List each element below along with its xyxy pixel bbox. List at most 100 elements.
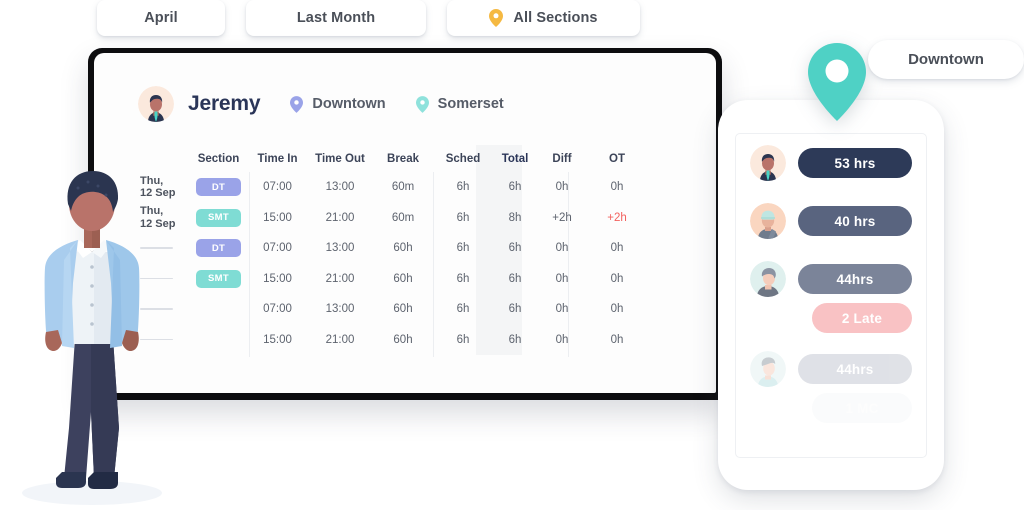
cell-diff: 0h — [555, 181, 569, 194]
cell-time-in: 15:00 — [263, 333, 292, 346]
col-head-total: Total — [501, 152, 529, 165]
status-chip[interactable]: 2 Late — [812, 303, 912, 333]
cell-sched: 6h — [456, 272, 470, 285]
cell-section: DT — [190, 178, 247, 197]
cell-sched: 6h — [456, 303, 470, 316]
location-downtown-label: Downtown — [312, 96, 386, 112]
phone-screen: 53 hrs 40 hrs 44hrs 2 Late 44hrs 1 MC — [735, 133, 927, 458]
table-body: Thu, 12 Sep DT 07:00 13:00 60m 6h 6h 0h 0h Thu, 12 … — [138, 172, 678, 355]
cell-time-out: 13:00 — [325, 303, 355, 316]
cell-diff: 0h — [555, 303, 569, 316]
cell-break: 60m — [391, 181, 415, 194]
hours-chip[interactable]: 53 hrs — [798, 148, 912, 178]
user-avatar — [138, 86, 174, 122]
section-badge: DT — [196, 178, 241, 197]
cell-section: SMT — [190, 269, 247, 288]
filter-button-period[interactable]: Last Month — [246, 0, 426, 36]
section-badge: SMT — [196, 208, 241, 227]
table-row[interactable]: SMT 15:00 21:00 60h 6h 6h 0h 0h — [138, 264, 678, 295]
cell-total: 6h — [508, 333, 522, 346]
laptop-screen: Jeremy Downtown Somerset Section Time In… — [94, 53, 716, 393]
cell-diff: +2h — [552, 211, 572, 224]
cell-break: 60h — [393, 333, 413, 346]
cell-sched: 6h — [456, 211, 470, 224]
cell-time-out: 21:00 — [325, 333, 355, 346]
map-pin-icon — [415, 95, 429, 113]
filter-period-label: Last Month — [296, 10, 376, 26]
hours-chip[interactable]: 44hrs — [798, 354, 912, 384]
cell-time-out: 21:00 — [325, 272, 355, 285]
filter-button-month[interactable]: April — [97, 0, 225, 36]
cell-sched: 6h — [456, 333, 470, 346]
status-chip[interactable]: 1 MC — [812, 393, 912, 423]
list-item[interactable]: 40 hrs — [736, 203, 926, 239]
cell-time-in: 15:00 — [263, 272, 292, 285]
filter-sections-label: All Sections — [513, 10, 598, 26]
employee-hours-group: 53 hrs — [736, 145, 926, 181]
cell-ot: 0h — [610, 272, 624, 285]
filter-month-label: April — [144, 10, 178, 26]
list-item-secondary[interactable]: 2 Late — [736, 303, 926, 333]
col-head-ot: OT — [609, 152, 625, 165]
table-row[interactable]: Thu, 12 Sep DT 07:00 13:00 60m 6h 6h 0h 0h — [138, 172, 678, 203]
cell-break: 60h — [393, 272, 413, 285]
status-badge-label: Downtown — [908, 51, 984, 68]
employee-hours-group: 44hrs 1 MC — [736, 351, 926, 423]
cell-total: 6h — [508, 181, 522, 194]
table-row[interactable]: DT 07:00 13:00 60h 6h 6h 0h 0h — [138, 233, 678, 264]
employee-hours-list: 53 hrs 40 hrs 44hrs 2 Late 44hrs 1 MC — [736, 145, 926, 441]
list-item[interactable]: 44hrs — [736, 351, 926, 387]
avatar — [750, 261, 786, 297]
cell-time-out: 21:00 — [325, 211, 355, 224]
cell-time-out: 13:00 — [325, 181, 355, 194]
table-row[interactable]: 15:00 21:00 60h 6h 6h 0h 0h — [138, 325, 678, 356]
cell-total: 6h — [508, 303, 522, 316]
location-downtown[interactable]: Downtown — [290, 95, 386, 113]
map-pin-icon — [808, 43, 866, 126]
hours-chip[interactable]: 40 hrs — [798, 206, 912, 236]
col-head-sched: Sched — [445, 152, 481, 165]
avatar — [750, 145, 786, 181]
hours-chip[interactable]: 44hrs — [798, 264, 912, 294]
cell-ot: 0h — [610, 181, 624, 194]
cell-total: 6h — [508, 242, 522, 255]
cell-time-in: 07:00 — [263, 181, 292, 194]
cell-break: 60h — [393, 303, 413, 316]
cell-time-in: 07:00 — [263, 303, 292, 316]
cell-break: 60m — [391, 211, 415, 224]
list-item-secondary[interactable]: 1 MC — [736, 393, 926, 423]
location-somerset-label: Somerset — [437, 96, 504, 112]
timesheet-table: Section Time In Time Out Break Sched Tot… — [138, 145, 678, 357]
cell-diff: 0h — [555, 272, 569, 285]
cell-diff: 0h — [555, 333, 569, 346]
dashboard-header: Jeremy Downtown Somerset — [138, 86, 504, 122]
table-row[interactable]: Thu, 12 Sep SMT 15:00 21:00 60m 6h 8h +2h +2h — [138, 203, 678, 234]
cell-sched: 6h — [456, 242, 470, 255]
list-item[interactable]: 44hrs — [736, 261, 926, 297]
page-title: Jeremy — [188, 92, 261, 115]
cell-ot: +2h — [607, 211, 627, 224]
filter-bar: April Last Month All Sections — [97, 0, 640, 36]
table-row[interactable]: 07:00 13:00 60h 6h 6h 0h 0h — [138, 294, 678, 325]
employee-hours-group: 44hrs 2 Late — [736, 261, 926, 333]
cell-section: SMT — [190, 208, 247, 227]
table-header-row: Section Time In Time Out Break Sched Tot… — [138, 145, 678, 172]
screenshot-stage: April Last Month All Sections Jeremy Dow… — [0, 0, 1024, 505]
col-head-diff: Diff — [552, 152, 572, 165]
cell-time-out: 13:00 — [325, 242, 355, 255]
cell-time-in: 07:00 — [263, 242, 292, 255]
cell-time-in: 15:00 — [263, 211, 292, 224]
cell-diff: 0h — [555, 242, 569, 255]
location-somerset[interactable]: Somerset — [415, 95, 504, 113]
map-pin-icon — [489, 9, 504, 27]
avatar — [750, 203, 786, 239]
col-head-section: Section — [197, 152, 240, 165]
cell-ot: 0h — [610, 333, 624, 346]
col-head-time-in: Time In — [257, 152, 298, 165]
status-badge-downtown[interactable]: Downtown — [868, 40, 1024, 79]
list-item[interactable]: 53 hrs — [736, 145, 926, 181]
phone-mockup: 53 hrs 40 hrs 44hrs 2 Late 44hrs 1 MC — [718, 100, 944, 490]
cell-section: DT — [190, 239, 247, 258]
filter-button-sections[interactable]: All Sections — [447, 0, 640, 36]
col-head-break: Break — [387, 152, 419, 165]
